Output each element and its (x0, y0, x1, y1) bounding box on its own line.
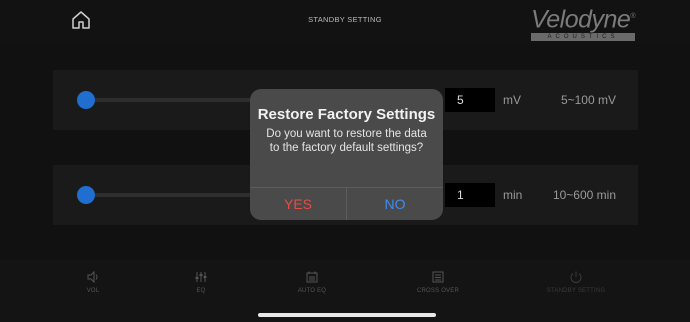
voltage-value-input[interactable]: 5 (445, 88, 495, 112)
voltage-range: 5~100 mV (560, 93, 616, 107)
voltage-unit: mV (503, 93, 521, 107)
nav-crossover[interactable]: CROSS OVER (398, 270, 478, 294)
standby-icon (570, 271, 582, 283)
voltage-slider-knob[interactable] (77, 91, 95, 109)
time-unit: min (503, 188, 523, 202)
home-indicator[interactable] (258, 313, 436, 317)
auto-eq-icon (306, 271, 318, 283)
crossover-icon (432, 271, 444, 283)
logo-subtitle: ACOUSTICS (531, 33, 635, 42)
restore-factory-dialog: Restore Factory Settings Do you want to … (250, 89, 443, 220)
speaker-icon (87, 270, 98, 284)
nav-standby-setting[interactable]: STANDBY SETTING (536, 270, 616, 294)
equalizer-icon (195, 272, 207, 282)
dialog-message: Do you want to restore the data to the f… (266, 128, 427, 154)
velodyne-logo: Velodyne® ACOUSTICS (531, 4, 635, 42)
nav-auto-eq-label: AUTO EQ (297, 288, 327, 294)
nav-crossover-label: CROSS OVER (416, 288, 459, 294)
nav-eq[interactable]: EQ (161, 270, 241, 294)
yes-button[interactable]: YES (250, 188, 346, 220)
logo-tm: ® (630, 13, 635, 20)
time-slider-knob[interactable] (77, 186, 95, 204)
dialog-title: Restore Factory Settings (257, 106, 436, 123)
no-button[interactable]: NO (347, 188, 443, 220)
nav-vol[interactable]: VOL (53, 270, 133, 294)
logo-word: Velodyne (531, 5, 631, 34)
time-value-input[interactable]: 1 (445, 183, 495, 207)
header: STANDBY SETTING Velodyne® ACOUSTICS (0, 0, 690, 44)
time-range: 10~600 min (552, 188, 616, 202)
nav-vol-label: VOL (86, 288, 100, 294)
nav-eq-label: EQ (196, 288, 206, 294)
nav-auto-eq[interactable]: AUTO EQ (272, 270, 352, 294)
nav-standby-label: STANDBY SETTING (546, 288, 606, 294)
